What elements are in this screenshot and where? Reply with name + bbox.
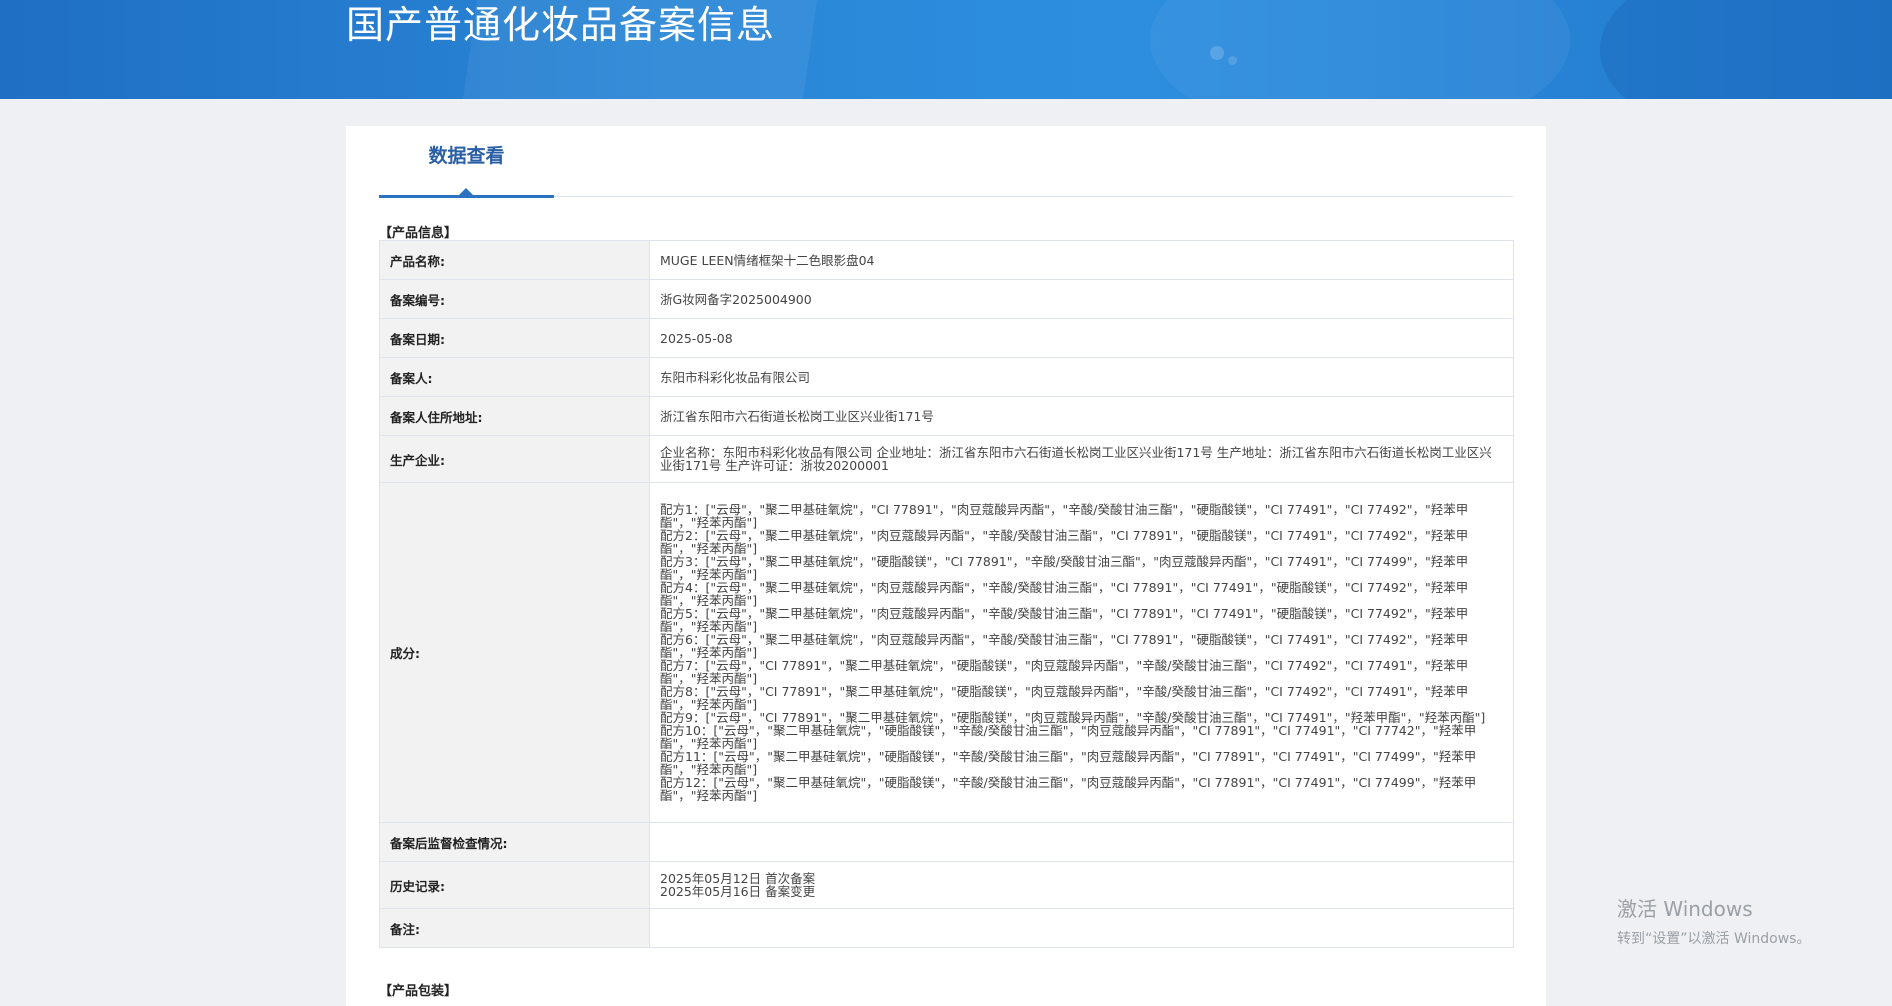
value-registrant-address: 浙江省东阳市六石街道长松岗工业区兴业街171号 (649, 396, 1514, 436)
table-row: 备案编号: 浙G妆网备字2025004900 (379, 279, 1514, 319)
tab-data-view[interactable]: 数据查看 (379, 126, 554, 198)
section-title-product-info: 【产品信息】 (379, 226, 458, 241)
label-manufacturer: 生产企业: (379, 435, 650, 483)
label-remarks: 备注: (379, 908, 650, 948)
table-row: 备案人: 东阳市科彩化妆品有限公司 (379, 357, 1514, 397)
content-card: 数据查看 【产品信息】 产品名称: MUGE LEEN情绪框架十二色眼影盘04 … (346, 126, 1546, 1006)
section-title-product-packaging: 【产品包装】 (379, 984, 458, 999)
tab-label: 数据查看 (428, 145, 505, 167)
value-inspection (649, 822, 1514, 862)
banner-dot (1210, 46, 1224, 60)
value-record-date: 2025-05-08 (649, 318, 1514, 358)
tab-bar: 数据查看 (379, 126, 1513, 198)
table-row: 备注: (379, 908, 1514, 948)
value-history: 2025年05月12日 首次备案 2025年05月16日 备案变更 (649, 861, 1514, 909)
table-row: 备案日期: 2025-05-08 (379, 318, 1514, 358)
label-inspection: 备案后监督检查情况: (379, 822, 650, 862)
table-row: 备案后监督检查情况: (379, 822, 1514, 862)
table-row: 成分: 配方1：["云母"，"聚二甲基硅氧烷"，"CI 77891"，"肉豆蔻酸… (379, 482, 1514, 823)
windows-activation-watermark: 激活 Windows 转到“设置”以激活 Windows。 (1617, 893, 1810, 948)
page-banner: 国产普通化妆品备案信息 (0, 0, 1892, 99)
value-manufacturer: 企业名称：东阳市科彩化妆品有限公司 企业地址：浙江省东阳市六石街道长松岗工业区兴… (649, 435, 1514, 483)
banner-decoration (1600, 0, 1892, 99)
label-registrant-address: 备案人住所地址: (379, 396, 650, 436)
value-registrant: 东阳市科彩化妆品有限公司 (649, 357, 1514, 397)
label-ingredients: 成分: (379, 482, 650, 823)
label-record-date: 备案日期: (379, 318, 650, 358)
table-row: 生产企业: 企业名称：东阳市科彩化妆品有限公司 企业地址：浙江省东阳市六石街道长… (379, 435, 1514, 483)
product-info-table: 产品名称: MUGE LEEN情绪框架十二色眼影盘04 备案编号: 浙G妆网备字… (379, 240, 1514, 948)
value-remarks (649, 908, 1514, 948)
table-row: 产品名称: MUGE LEEN情绪框架十二色眼影盘04 (379, 240, 1514, 280)
watermark-subtitle: 转到“设置”以激活 Windows。 (1617, 931, 1811, 947)
value-record-number: 浙G妆网备字2025004900 (649, 279, 1514, 319)
table-row: 备案人住所地址: 浙江省东阳市六石街道长松岗工业区兴业街171号 (379, 396, 1514, 436)
banner-dot (1228, 56, 1237, 65)
label-registrant: 备案人: (379, 357, 650, 397)
label-product-name: 产品名称: (379, 240, 650, 280)
tab-caret-icon (459, 188, 473, 195)
page-title: 国产普通化妆品备案信息 (346, 3, 776, 47)
watermark-title: 激活 Windows (1617, 897, 1753, 921)
table-row: 历史记录: 2025年05月12日 首次备案 2025年05月16日 备案变更 (379, 861, 1514, 909)
value-product-name: MUGE LEEN情绪框架十二色眼影盘04 (649, 240, 1514, 280)
label-history: 历史记录: (379, 861, 650, 909)
label-record-number: 备案编号: (379, 279, 650, 319)
value-ingredients: 配方1：["云母"，"聚二甲基硅氧烷"，"CI 77891"，"肉豆蔻酸异丙酯"… (649, 482, 1514, 823)
